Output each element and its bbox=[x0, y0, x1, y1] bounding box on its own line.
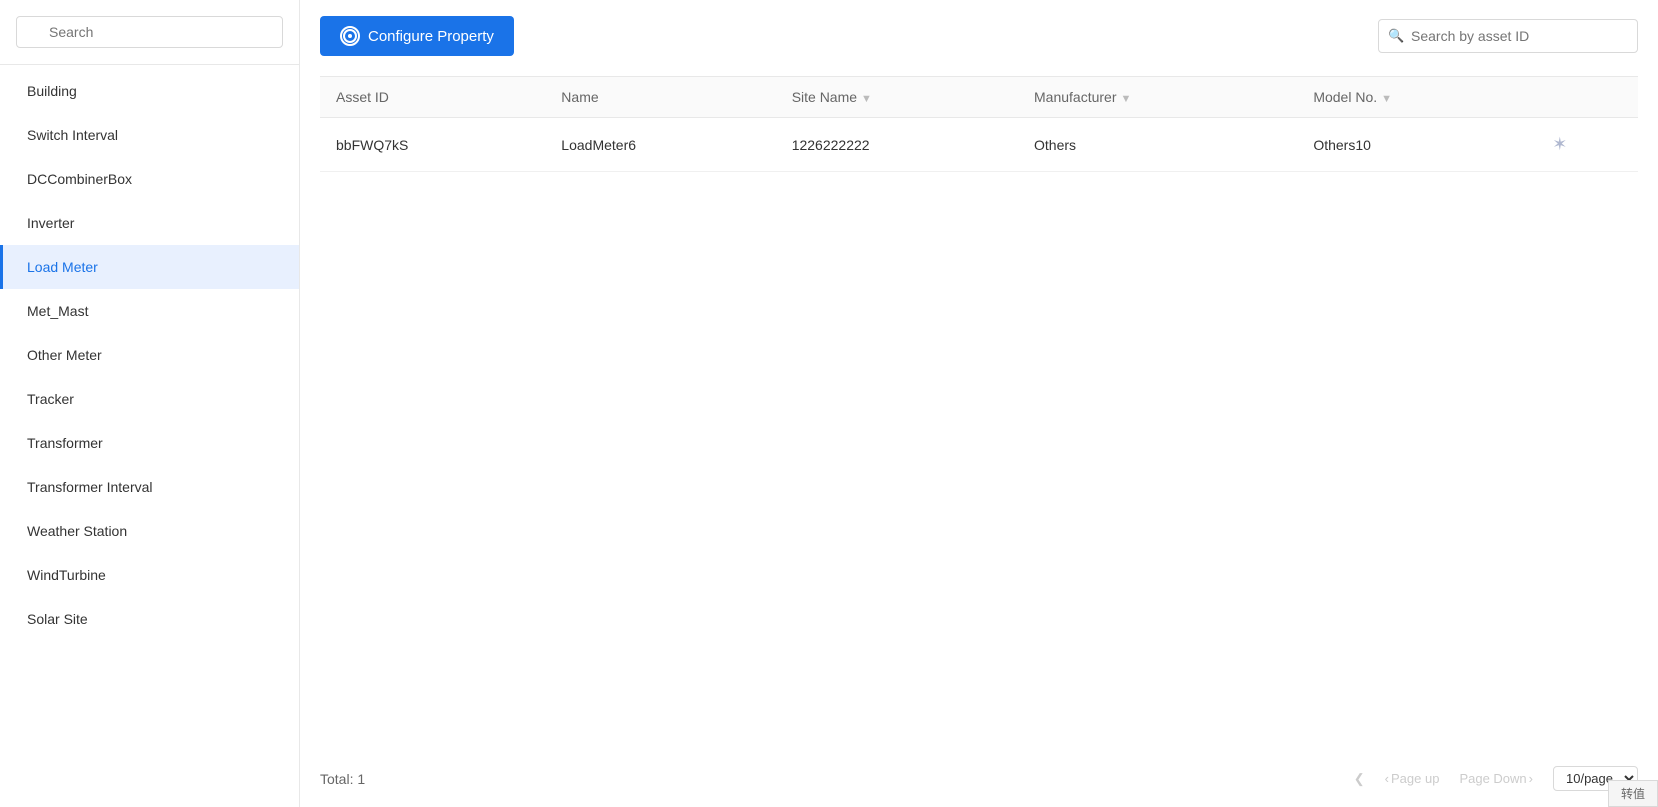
filter-icon-manufacturer[interactable]: ▼ bbox=[1121, 93, 1132, 105]
asset-search-icon: 🔍 bbox=[1388, 28, 1404, 44]
sidebar-item-switch-interval[interactable]: Switch Interval bbox=[0, 113, 299, 157]
page-up-button[interactable]: ‹ Page up bbox=[1377, 767, 1448, 790]
sidebar: 🔍 BuildingSwitch IntervalDCCombinerBoxIn… bbox=[0, 0, 300, 807]
page-down-label: Page Down bbox=[1459, 771, 1526, 786]
page-up-label: Page up bbox=[1391, 771, 1439, 786]
col-header-manufacturer: Manufacturer▼ bbox=[1018, 77, 1297, 118]
sidebar-item-weather-station[interactable]: Weather Station bbox=[0, 509, 299, 553]
cell-name: LoadMeter6 bbox=[545, 118, 775, 172]
sidebar-search-container: 🔍 bbox=[16, 16, 283, 48]
sidebar-item-other-meter[interactable]: Other Meter bbox=[0, 333, 299, 377]
cell-site_name: 1226222222 bbox=[776, 118, 1018, 172]
sidebar-item-tracker[interactable]: Tracker bbox=[0, 377, 299, 421]
sidebar-item-wind-turbine[interactable]: WindTurbine bbox=[0, 553, 299, 597]
asset-search-wrap: 🔍 bbox=[1378, 19, 1638, 53]
main-header: Configure Property 🔍 bbox=[320, 16, 1638, 56]
filter-icon-model-no[interactable]: ▼ bbox=[1381, 93, 1392, 105]
main-content: Configure Property 🔍 Asset IDNameSite Na… bbox=[300, 0, 1658, 807]
cell-model_no: Others10 bbox=[1297, 118, 1536, 172]
bottom-bar: 转值 bbox=[1608, 780, 1658, 807]
col-header-model-no: Model No.▼ bbox=[1297, 77, 1536, 118]
sidebar-item-transformer-interval[interactable]: Transformer Interval bbox=[0, 465, 299, 509]
page-down-button[interactable]: Page Down › bbox=[1451, 767, 1541, 790]
page-controls: ❮ ‹ Page up Page Down › 10/page20/page50… bbox=[1346, 766, 1638, 791]
sidebar-item-building[interactable]: Building bbox=[0, 69, 299, 113]
asset-table: Asset IDNameSite Name▼Manufacturer▼Model… bbox=[320, 76, 1638, 172]
sidebar-divider bbox=[0, 64, 299, 65]
sidebar-search-wrap: 🔍 bbox=[0, 16, 299, 64]
cell-star: ✶ bbox=[1536, 118, 1638, 172]
configure-button-label: Configure Property bbox=[368, 28, 494, 45]
configure-icon bbox=[340, 26, 360, 46]
pagination: Total: 1 ❮ ‹ Page up Page Down › 10/page… bbox=[320, 754, 1638, 791]
cell-manufacturer: Others bbox=[1018, 118, 1297, 172]
table-row: bbFWQ7kSLoadMeter61226222222OthersOthers… bbox=[320, 118, 1638, 172]
sidebar-item-transformer[interactable]: Transformer bbox=[0, 421, 299, 465]
sidebar-item-met-mast[interactable]: Met_Mast bbox=[0, 289, 299, 333]
configure-property-button[interactable]: Configure Property bbox=[320, 16, 514, 56]
sidebar-item-load-meter[interactable]: Load Meter bbox=[0, 245, 299, 289]
table-container: Asset IDNameSite Name▼Manufacturer▼Model… bbox=[320, 76, 1638, 754]
filter-icon-site-name[interactable]: ▼ bbox=[861, 93, 872, 105]
col-header-actions bbox=[1536, 77, 1638, 118]
star-icon[interactable]: ✶ bbox=[1552, 134, 1567, 154]
sidebar-list: BuildingSwitch IntervalDCCombinerBoxInve… bbox=[0, 69, 299, 807]
sidebar-item-solar-site[interactable]: Solar Site bbox=[0, 597, 299, 641]
sidebar-search-input[interactable] bbox=[16, 16, 283, 48]
total-count: Total: 1 bbox=[320, 771, 365, 787]
first-page-button[interactable]: ❮ bbox=[1346, 767, 1373, 791]
sidebar-item-dc-combiner-box[interactable]: DCCombinerBox bbox=[0, 157, 299, 201]
col-header-name: Name bbox=[545, 77, 775, 118]
table-body: bbFWQ7kSLoadMeter61226222222OthersOthers… bbox=[320, 118, 1638, 172]
sidebar-item-inverter[interactable]: Inverter bbox=[0, 201, 299, 245]
asset-search-input[interactable] bbox=[1378, 19, 1638, 53]
cell-asset_id: bbFWQ7kS bbox=[320, 118, 545, 172]
col-header-asset-id: Asset ID bbox=[320, 77, 545, 118]
table-header-row: Asset IDNameSite Name▼Manufacturer▼Model… bbox=[320, 77, 1638, 118]
bottom-bar-label: 转值 bbox=[1621, 787, 1645, 801]
table-header: Asset IDNameSite Name▼Manufacturer▼Model… bbox=[320, 77, 1638, 118]
col-header-site-name: Site Name▼ bbox=[776, 77, 1018, 118]
